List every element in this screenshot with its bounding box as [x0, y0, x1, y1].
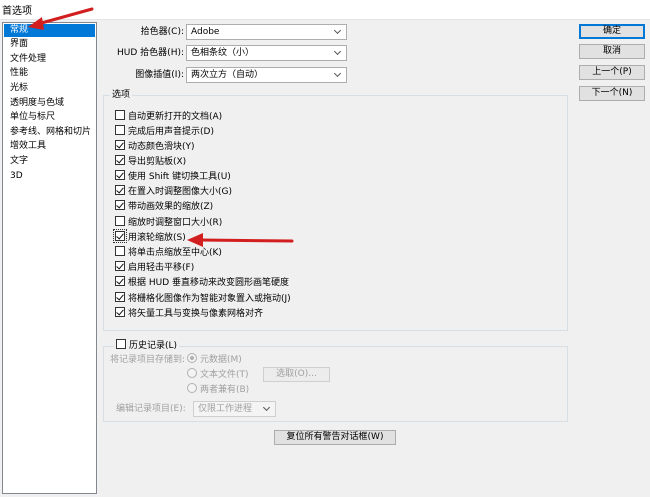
category-item-file-handling[interactable]: 文件处理	[4, 53, 95, 66]
cancel-button[interactable]: 取消	[579, 44, 645, 59]
option-label: 使用 Shift 键切换工具(U)	[128, 172, 231, 182]
radio-label: 两者兼有(B)	[200, 385, 250, 395]
option-animated-zoom[interactable]: 带动画效果的缩放(Z)	[115, 200, 213, 214]
radio-both[interactable]: 两者兼有(B)	[187, 383, 249, 397]
option-label: 用滚轮缩放(S)	[128, 233, 186, 243]
radio-button[interactable]	[187, 383, 197, 393]
save-log-to-label: 将记录项目存储到:	[110, 355, 186, 365]
hud-picker-select[interactable]: 色相条纹（小）	[186, 45, 347, 61]
ok-button[interactable]: 确定	[579, 24, 645, 39]
checkbox[interactable]	[115, 261, 125, 271]
option-zoom-clicked-point-center[interactable]: 将单击点缩放至中心(K)	[115, 246, 222, 260]
checkbox[interactable]	[115, 110, 125, 120]
checkbox[interactable]	[115, 216, 125, 226]
prev-button[interactable]: 上一个(P)	[579, 65, 645, 80]
category-item-guides-grid-slices[interactable]: 参考线、网格和切片	[4, 126, 95, 139]
option-label: 将矢量工具与变换与像素网格对齐	[128, 309, 264, 319]
option-label: 根据 HUD 垂直移动来改变圆形画笔硬度	[128, 278, 290, 288]
checkbox[interactable]	[115, 246, 125, 256]
option-dynamic-color-sliders[interactable]: 动态颜色滑块(Y)	[115, 140, 195, 154]
option-label: 完成后用声音提示(D)	[128, 127, 214, 137]
category-item-performance[interactable]: 性能	[4, 67, 95, 80]
checkbox[interactable]	[115, 276, 125, 286]
color-picker-label: 拾色器(C):	[140, 27, 184, 37]
interpolation-value: 两次立方（自动）	[191, 70, 264, 80]
option-label: 启用轻击平移(F)	[128, 263, 195, 273]
color-picker-value: Adobe	[191, 27, 220, 37]
checkbox[interactable]	[115, 307, 125, 317]
option-zoom-resizes-windows[interactable]: 缩放时调整窗口大小(R)	[115, 216, 222, 230]
choose-file-button[interactable]: 选取(O)...	[263, 367, 330, 382]
interpolation-select[interactable]: 两次立方（自动）	[186, 67, 347, 83]
option-snap-vector-to-pixel-grid[interactable]: 将矢量工具与变换与像素网格对齐	[115, 307, 263, 321]
checkbox[interactable]	[115, 170, 125, 180]
hud-picker-label: HUD 拾色器(H):	[117, 48, 184, 58]
category-item-3d[interactable]: 3D	[4, 170, 95, 183]
option-label: 带动画效果的缩放(Z)	[128, 202, 214, 212]
edit-log-items-value: 仅限工作进程	[198, 404, 253, 414]
chevron-down-icon	[334, 46, 343, 60]
option-label: 自动更新打开的文档(A)	[128, 112, 223, 122]
category-item-units-rulers[interactable]: 单位与标尺	[4, 111, 95, 124]
radio-button[interactable]	[187, 368, 197, 378]
option-flick-panning[interactable]: 启用轻击平移(F)	[115, 261, 194, 275]
category-item-plugins[interactable]: 增效工具	[4, 140, 95, 153]
option-label: 导出剪贴板(X)	[128, 157, 187, 167]
option-shift-switch-tools[interactable]: 使用 Shift 键切换工具(U)	[115, 170, 231, 184]
next-button[interactable]: 下一个(N)	[579, 86, 645, 101]
option-resize-on-place[interactable]: 在置入时调整图像大小(G)	[115, 185, 232, 199]
checkbox[interactable]	[115, 155, 125, 165]
checkbox[interactable]	[116, 339, 126, 349]
checkbox[interactable]	[115, 200, 125, 210]
color-picker-select[interactable]: Adobe	[186, 24, 347, 40]
checkbox[interactable]	[115, 125, 125, 135]
option-label: 缩放时调整窗口大小(R)	[128, 218, 223, 228]
history-title: 历史记录(L)	[129, 341, 178, 351]
category-item-interface[interactable]: 界面	[4, 38, 95, 51]
window-titlebar: 首选项	[0, 0, 650, 20]
options-group-title: 选项	[110, 89, 133, 101]
option-place-raster-as-smart-object[interactable]: 将栅格化图像作为智能对象置入或拖动(J)	[115, 292, 291, 306]
window-title: 首选项	[2, 6, 32, 17]
radio-button[interactable]	[187, 353, 197, 363]
category-item-transparency-gamut[interactable]: 透明度与色域	[4, 97, 95, 110]
option-hud-brush-hardness[interactable]: 根据 HUD 垂直移动来改变圆形画笔硬度	[115, 276, 289, 290]
category-item-type[interactable]: 文字	[4, 155, 95, 168]
reset-warnings-button[interactable]: 复位所有警告对话框(W)	[274, 430, 396, 445]
option-label: 动态颜色滑块(Y)	[128, 142, 195, 152]
checkbox[interactable]	[115, 185, 125, 195]
chevron-down-icon	[334, 68, 343, 82]
option-label: 将栅格化图像作为智能对象置入或拖动(J)	[128, 294, 291, 304]
edit-log-items-select[interactable]: 仅限工作进程	[193, 401, 276, 417]
chevron-down-icon	[334, 25, 343, 39]
checkbox[interactable]	[115, 292, 125, 302]
option-auto-update[interactable]: 自动更新打开的文档(A)	[115, 110, 222, 124]
chevron-down-icon	[263, 402, 272, 416]
radio-metadata[interactable]: 元数据(M)	[187, 353, 242, 367]
option-label: 将单击点缩放至中心(K)	[128, 248, 222, 258]
edit-log-items-label: 编辑记录项目(E):	[116, 404, 186, 414]
option-label: 在置入时调整图像大小(G)	[128, 187, 232, 197]
checkbox[interactable]	[115, 140, 125, 150]
interpolation-label: 图像插值(I):	[135, 70, 184, 80]
radio-label: 元数据(M)	[200, 355, 242, 365]
option-zoom-with-scroll-wheel[interactable]: 用滚轮缩放(S)	[113, 229, 186, 245]
hud-picker-value: 色相条纹（小）	[191, 48, 255, 58]
category-item-cursors[interactable]: 光标	[4, 82, 95, 95]
checkbox[interactable]	[113, 229, 127, 243]
option-export-clipboard[interactable]: 导出剪贴板(X)	[115, 155, 186, 169]
radio-label: 文本文件(T)	[200, 370, 249, 380]
category-list[interactable]: 常规 界面 文件处理 性能 光标 透明度与色域 单位与标尺 参考线、网格和切片 …	[2, 22, 97, 494]
category-item-general[interactable]: 常规	[4, 24, 95, 37]
option-beep-when-done[interactable]: 完成后用声音提示(D)	[115, 125, 214, 139]
radio-text-file[interactable]: 文本文件(T)	[187, 368, 249, 382]
history-toggle[interactable]: 历史记录(L)	[114, 339, 180, 352]
